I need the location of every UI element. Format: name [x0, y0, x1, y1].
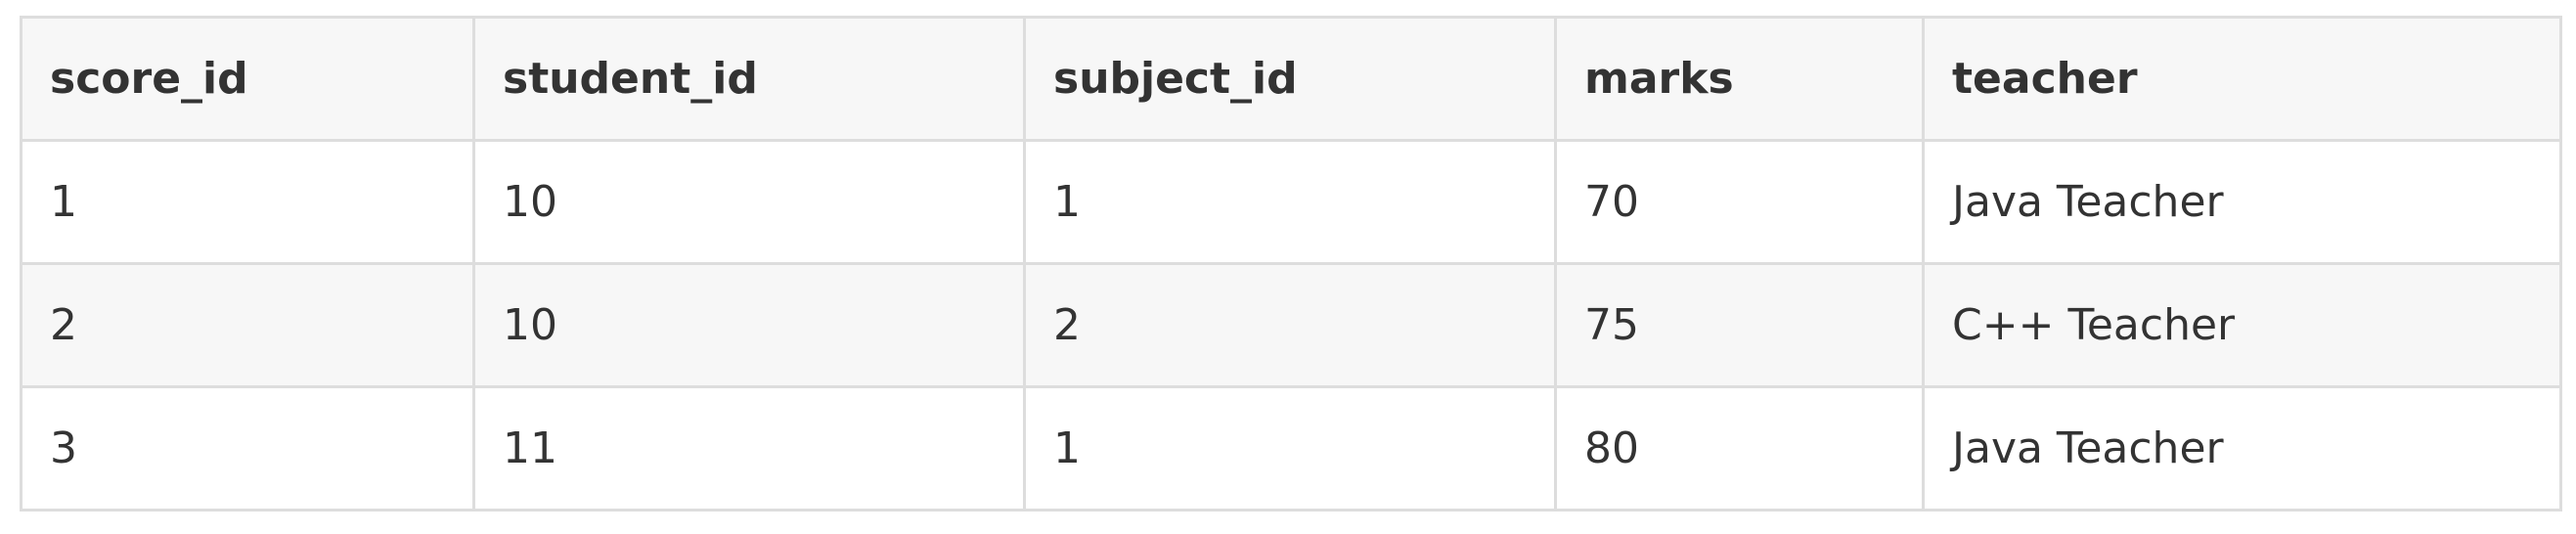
cell-teacher: C++ Teacher	[1922, 262, 2562, 388]
header-row: score_id student_id subject_id marks tea…	[20, 16, 2562, 142]
cell-marks: 70	[1554, 139, 1925, 265]
table-row: 2 10 2 75 C++ Teacher	[20, 262, 2562, 388]
cell-subject-id: 1	[1023, 385, 1557, 512]
cell-score-id: 2	[20, 262, 475, 388]
column-header-student-id: student_id	[472, 16, 1026, 142]
table-row: 1 10 1 70 Java Teacher	[20, 139, 2562, 265]
cell-student-id: 10	[472, 139, 1026, 265]
column-header-score-id: score_id	[20, 16, 475, 142]
table-body: 1 10 1 70 Java Teacher 2 10 2 75 C++ Tea…	[20, 139, 2562, 512]
cell-teacher: Java Teacher	[1922, 139, 2562, 265]
column-header-marks: marks	[1554, 16, 1925, 142]
scores-table-container: score_id student_id subject_id marks tea…	[20, 16, 2562, 512]
cell-subject-id: 1	[1023, 139, 1557, 265]
cell-teacher: Java Teacher	[1922, 385, 2562, 512]
cell-student-id: 10	[472, 262, 1026, 388]
cell-marks: 80	[1554, 385, 1925, 512]
column-header-teacher: teacher	[1922, 16, 2562, 142]
table-row: 3 11 1 80 Java Teacher	[20, 385, 2562, 512]
column-header-subject-id: subject_id	[1023, 16, 1557, 142]
cell-score-id: 3	[20, 385, 475, 512]
cell-marks: 75	[1554, 262, 1925, 388]
cell-student-id: 11	[472, 385, 1026, 512]
table-header: score_id student_id subject_id marks tea…	[20, 16, 2562, 142]
cell-subject-id: 2	[1023, 262, 1557, 388]
scores-table: score_id student_id subject_id marks tea…	[20, 16, 2562, 512]
cell-score-id: 1	[20, 139, 475, 265]
